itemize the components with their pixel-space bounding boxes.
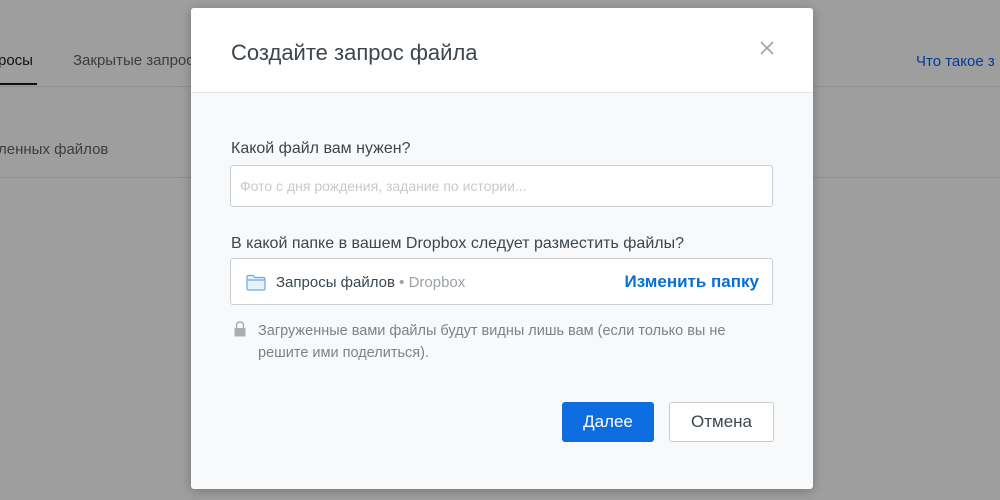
- folder-root: Dropbox: [408, 274, 466, 291]
- folder-path: Запросы файлов • Dropbox: [276, 274, 465, 291]
- folder-selector: Запросы файлов • Dropbox Изменить папку: [230, 258, 773, 305]
- close-button[interactable]: [757, 38, 777, 58]
- file-name-input[interactable]: [230, 165, 773, 207]
- file-question-label: Какой файл вам нужен?: [231, 140, 411, 157]
- cancel-button[interactable]: Отмена: [669, 402, 774, 442]
- folder-path-separator: •: [399, 274, 405, 291]
- create-file-request-dialog: Создайте запрос файла Какой файл вам нуж…: [191, 8, 813, 489]
- close-icon: [760, 41, 774, 55]
- change-folder-button[interactable]: Изменить папку: [625, 272, 759, 292]
- dialog-title: Создайте запрос файла: [231, 40, 478, 65]
- folder-question-label: В какой папке в вашем Dropbox следует ра…: [231, 235, 684, 252]
- lock-icon: [234, 321, 246, 337]
- next-button[interactable]: Далее: [562, 402, 654, 442]
- privacy-note: Загруженные вами файлы будут видны лишь …: [258, 323, 726, 361]
- dialog-header: Создайте запрос файла: [191, 8, 813, 93]
- folder-name: Запросы файлов: [276, 274, 395, 291]
- folder-icon: [246, 274, 266, 291]
